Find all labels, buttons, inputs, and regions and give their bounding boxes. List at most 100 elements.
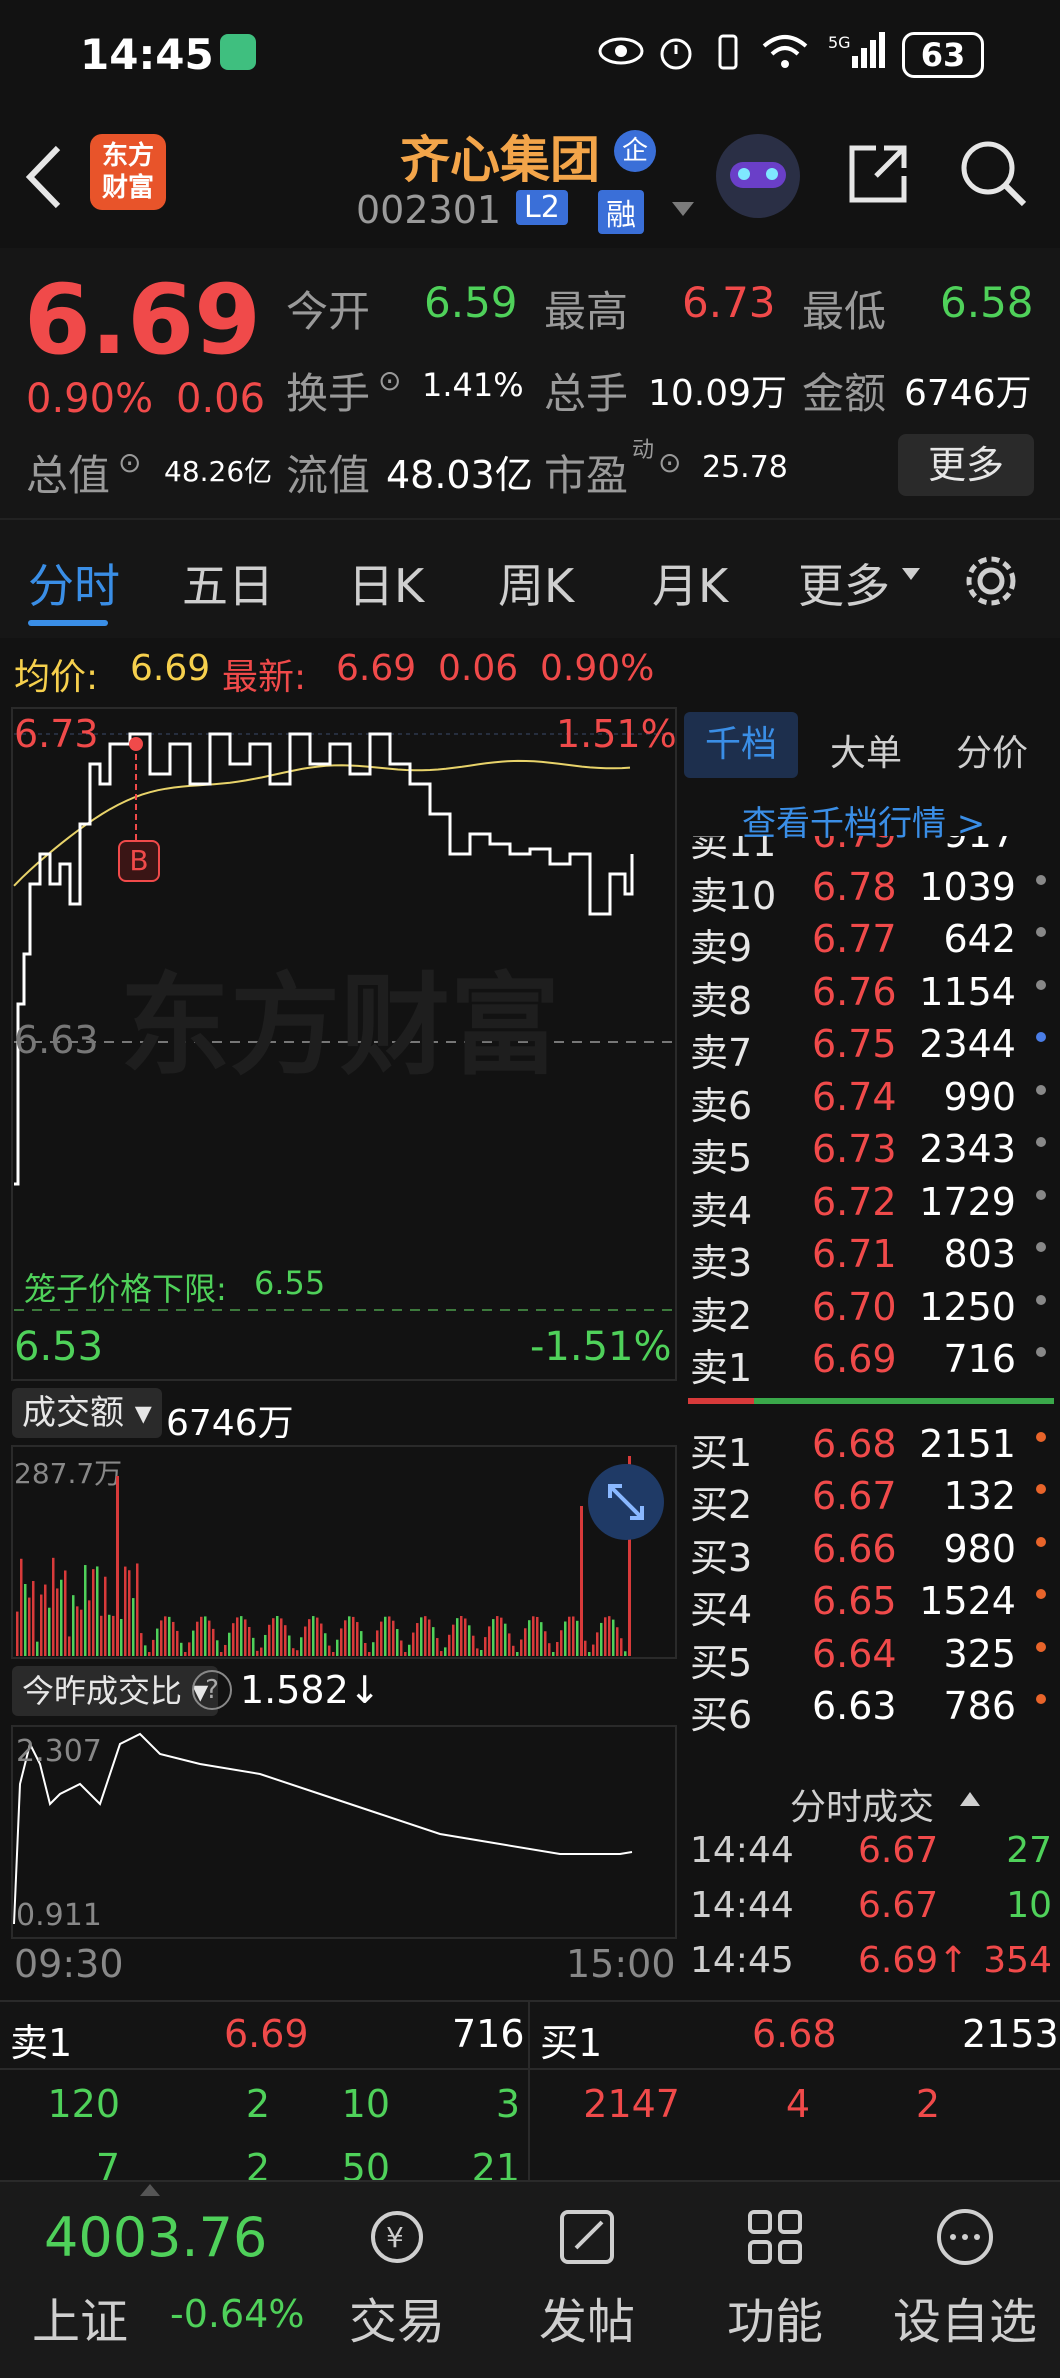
ask-row[interactable]: 卖6 6.74 990 [682,1071,1060,1128]
robot-assistant-icon[interactable] [716,134,800,218]
trade-time: 14:44 [690,1885,794,1926]
bid-row[interactable]: 买5 6.64 325 [682,1628,1060,1685]
chevron-down-icon [902,568,920,580]
stock-name: 齐心集团 [400,131,600,189]
bid-row[interactable]: 买2 6.67 132 [682,1470,1060,1527]
volume-bar [596,1632,599,1656]
queue-sell-order: 10 [341,2082,390,2126]
bid-volume: 786 [943,1684,1016,1728]
volume-bar [436,1638,439,1656]
ask-row[interactable]: 卖4 6.72 1729 [682,1176,1060,1233]
volume-bar [80,1609,83,1656]
tab-weekly-k[interactable]: 周K [498,550,574,616]
back-icon[interactable] [24,144,64,210]
volume-bar [480,1650,483,1656]
ratio-dropdown[interactable]: 今昨成交比 ▾ [12,1666,219,1716]
ask-row[interactable]: 卖1 6.69 716 [682,1333,1060,1390]
cage-limit-label: 笼子价格下限: [24,1270,227,1308]
chevron-up-icon[interactable] [958,1790,982,1808]
ask-row[interactable]: 卖7 6.75 2344 [682,1018,1060,1075]
chevron-down-icon[interactable] [670,200,696,218]
trades-panel: 分时成交 14:44 6.67 27 14:44 6.67 10 14:45 6.69↑ 354 [682,1764,1060,2000]
volume-bar [624,1651,627,1656]
info-icon[interactable]: ⊙ [378,364,401,397]
ask-row[interactable]: 卖116.79917 [682,836,1060,865]
tab-intraday[interactable]: 分时 [28,550,120,616]
volume-bar [228,1632,231,1656]
volume-bar [460,1616,463,1656]
volume-bar [44,1584,47,1656]
watermark: 东方财富 [120,962,560,1090]
volume-dropdown[interactable]: 成交额 ▾ [12,1388,162,1438]
info-icon[interactable]: ⊙ [118,446,141,479]
high-value: 6.73 [682,278,776,327]
tab-thousand-levels[interactable]: 千档 [684,712,798,778]
intraday-legend: 均价: 6.69 最新: 6.69 0.06 0.90% [0,640,1060,704]
volume-bar [608,1616,611,1656]
queue-buy-price: 6.68 [752,2012,837,2056]
volume-bar [312,1616,315,1656]
price-chart[interactable]: 东方财富 6.73 1.51% 6.63 B 笼子价格下限: 6.55 6.53… [0,704,680,1384]
buy-marker[interactable]: B [118,840,160,882]
volume-bar [360,1631,363,1656]
ask-row[interactable]: 卖3 6.71 803 [682,1228,1060,1285]
search-icon[interactable] [958,138,1028,208]
tab-more[interactable]: 更多 [798,550,890,616]
level-dot [1036,1347,1046,1357]
volume-bar [392,1620,395,1656]
ask-price: 6.69 [812,1337,897,1381]
volume-bar [336,1639,339,1656]
info-icon[interactable]: ⊙ [658,446,681,479]
volume-bar [192,1630,195,1656]
settings-gear-icon[interactable] [960,550,1022,612]
bid-row[interactable]: 买3 6.66 980 [682,1523,1060,1580]
tab-price-distribution[interactable]: 分价 [956,724,1028,776]
ask-price: 6.73 [812,1127,897,1171]
ask-level: 卖6 [690,1083,753,1128]
tab-daily-k[interactable]: 日K [348,550,424,616]
volume-bar [288,1635,291,1656]
avg-label: 均价: [14,657,99,698]
nav-watchlist[interactable]: 设自选 [890,2202,1040,2352]
trades-title[interactable]: 分时成交 [790,1778,934,1830]
volume-bar [592,1644,595,1656]
ask-price: 6.77 [812,917,897,961]
tab-monthly-k[interactable]: 月K [652,550,728,616]
volume-bar [252,1637,255,1656]
volume-bar [496,1616,499,1656]
nav-trade[interactable]: ¥ 交易 [322,2202,472,2352]
nav-functions[interactable]: 功能 [700,2202,850,2352]
volume-bar [432,1627,435,1656]
volume-bar [452,1624,455,1656]
expand-icon[interactable] [588,1464,664,1540]
ask-row[interactable]: 卖9 6.77 642 [682,913,1060,970]
nav-post[interactable]: 发帖 [512,2202,662,2352]
bid-row[interactable]: 买6 6.63 786 [682,1680,1060,1737]
bid-row[interactable]: 买1 6.68 2151 [682,1418,1060,1475]
index-ticker[interactable]: 4003.76 上证 -0.64% [0,2182,320,2378]
level-dot [1036,979,1046,990]
volume-bar [84,1565,87,1656]
more-button[interactable]: 更多 [898,434,1034,496]
ask-volume: 1729 [919,1179,1016,1224]
volume-bar [172,1621,175,1656]
ask-row[interactable]: 卖5 6.73 2343 [682,1123,1060,1180]
volume-bar [344,1620,347,1656]
bid-level: 买6 [690,1693,753,1737]
volume-bar [352,1616,355,1656]
ratio-value: 1.582↓ [240,1668,381,1712]
ask-row[interactable]: 卖8 6.76 1154 [682,966,1060,1023]
volume-bar [20,1558,23,1656]
volume-bar [564,1621,567,1656]
trade-price: 6.67 [858,1830,939,1871]
volume-bar [232,1623,235,1656]
share-icon[interactable] [846,140,912,206]
tab-five-day[interactable]: 五日 [182,550,274,616]
help-icon[interactable]: ? [192,1670,232,1710]
ask-row[interactable]: 卖10 6.78 1039 [682,861,1060,918]
ask-row[interactable]: 卖2 6.70 1250 [682,1281,1060,1338]
volume-bar [520,1639,523,1656]
tab-big-orders[interactable]: 大单 [830,724,902,776]
bid-row[interactable]: 买4 6.65 1524 [682,1575,1060,1632]
queue-buy-vol: 2153 [962,2012,1059,2056]
